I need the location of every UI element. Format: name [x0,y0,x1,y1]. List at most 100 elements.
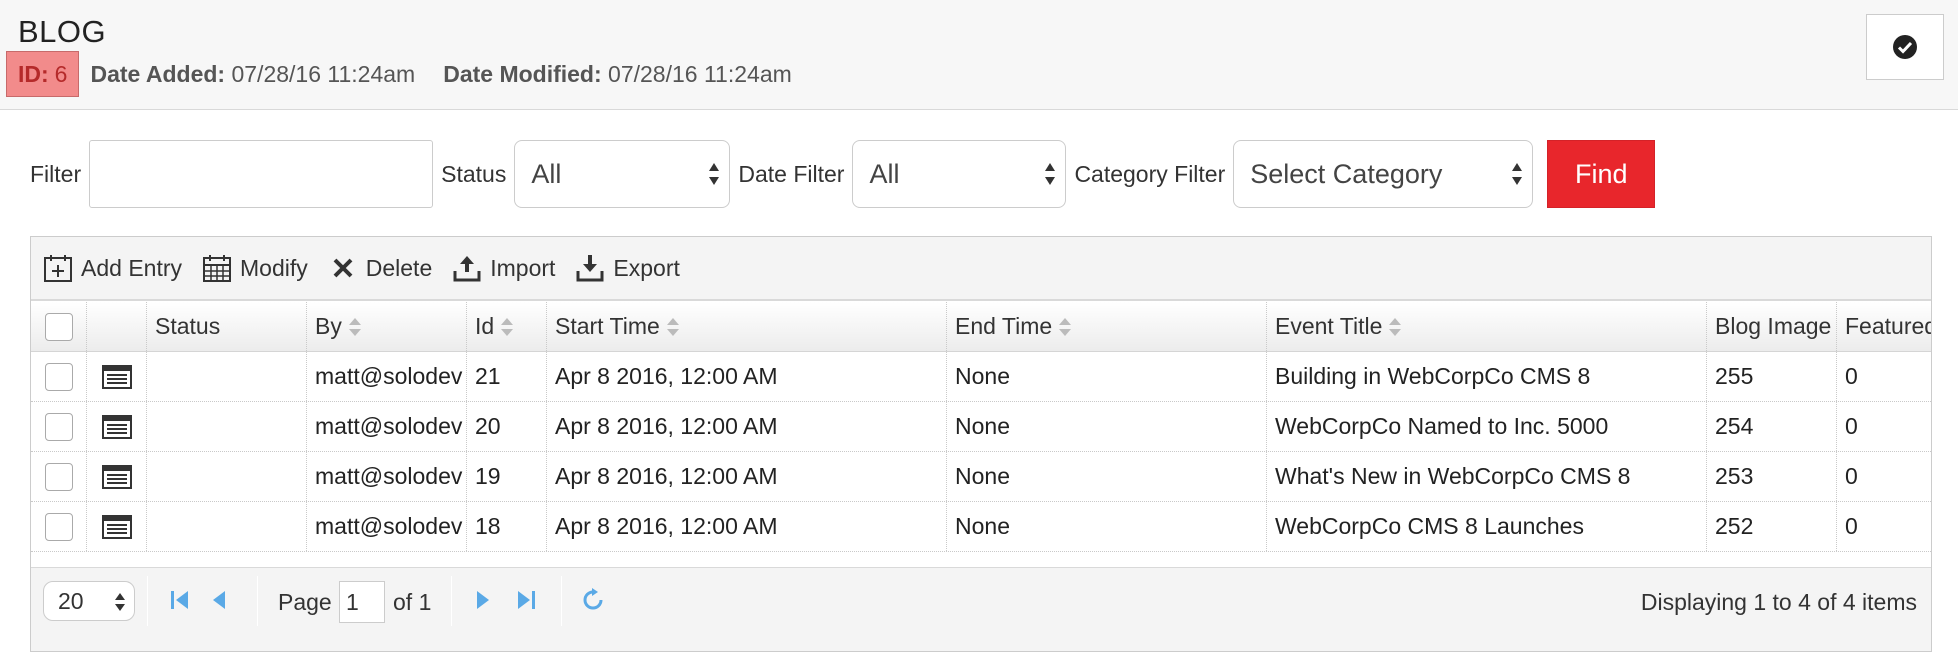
select-arrows-icon [1045,163,1056,185]
category-filter-label: Category Filter [1074,160,1226,187]
date-modified-value: 07/28/16 11:24am [608,60,792,87]
sort-icon [666,317,679,336]
select-all-checkbox[interactable] [44,312,73,341]
date-added-value: 07/28/16 11:24am [231,60,416,87]
list-icon[interactable] [101,414,132,439]
featured-cell: 0 [1845,413,1858,439]
row-action-column [87,302,147,351]
event-title-cell: Building in WebCorpCo CMS 8 [1267,352,1707,401]
add-entry-button[interactable]: Add Entry [43,253,182,283]
column-header-status-label: Status [155,313,221,339]
record-header: BLOG ID: 6 Date Added: 07/28/16 11:24am … [0,0,1958,110]
next-page-icon[interactable] [473,588,493,612]
column-header-event-title-label: Event Title [1275,313,1383,339]
start-time-cell: Apr 8 2016, 12:00 AM [547,352,947,401]
column-header-end-time[interactable]: End Time [947,302,1267,351]
column-header-start-time[interactable]: Start Time [547,302,947,351]
previous-page-icon[interactable] [209,588,229,612]
featured-cell: 0 [1845,463,1858,489]
upload-icon [453,256,481,282]
row-select-cell [31,452,87,501]
export-label: Export [613,254,680,281]
delete-button[interactable]: Delete [328,253,432,283]
delete-label: Delete [365,254,433,281]
pager-separator [257,576,258,626]
event-title-cell: WebCorpCo Named to Inc. 5000 [1267,402,1707,451]
modify-button[interactable]: Modify [202,253,308,283]
status-cell [147,402,307,451]
by-cell: matt@solodev [307,402,467,451]
column-header-start-time-label: Start Time [555,313,660,339]
column-header-blog-image[interactable]: Blog Image [1707,302,1837,351]
blog-image-cell: 254 [1707,402,1837,451]
row-checkbox[interactable] [44,462,73,491]
page-size-value: 20 [58,587,84,614]
column-header-event-title[interactable]: Event Title [1267,302,1707,351]
save-button[interactable] [1866,14,1944,80]
grid-toolbar: Add Entry Modify Delete Import Export [31,237,1931,301]
list-icon[interactable] [101,464,132,489]
category-filter-select[interactable]: Select Category [1233,140,1534,208]
display-info: Displaying 1 to 4 of 4 items [1640,588,1917,615]
id-badge: ID: 6 [6,51,80,97]
event-title-cell: What's New in WebCorpCo CMS 8 [1267,452,1707,501]
id-label: ID: [18,60,49,87]
refresh-icon[interactable] [581,588,605,612]
date-modified: Date Modified: 07/28/16 11:24am [443,61,792,88]
column-header-featured-label: Featured [1845,313,1932,339]
featured-cell: 0 [1845,363,1858,389]
date-filter-select[interactable]: All [852,140,1067,208]
check-circle-icon [1893,35,1917,59]
row-select-cell [31,352,87,401]
by-cell: matt@solodev [307,452,467,501]
page-title: BLOG [18,14,107,49]
column-header-featured[interactable]: Featured [1837,302,1932,351]
import-label: Import [490,254,556,281]
select-arrows-icon [115,593,125,611]
pagination: 20 Page 1 of 1 Displaying 1 to 4 of 4 it… [31,529,1931,651]
blog-image-cell: 253 [1707,452,1837,501]
column-header-id[interactable]: Id [467,302,547,351]
id-value: 6 [54,60,68,87]
table-row[interactable]: matt@solodev 20 Apr 8 2016, 12:00 AM Non… [31,402,1931,452]
column-header-blog-image-label: Blog Image [1715,313,1832,339]
page-size-select[interactable]: 20 [43,581,135,621]
select-arrows-icon [1512,163,1523,185]
import-button[interactable]: Import [452,253,555,283]
page-number-input[interactable]: 1 [339,581,385,623]
export-button[interactable]: Export [575,253,680,283]
page-count-label: of 1 [393,588,432,615]
column-header-by[interactable]: By [307,302,467,351]
find-button[interactable]: Find [1547,140,1656,208]
id-cell: 19 [467,452,547,501]
page-label: Page [278,588,332,615]
row-checkbox[interactable] [44,412,73,441]
add-entry-label: Add Entry [81,254,182,281]
close-icon [333,258,353,278]
first-page-icon[interactable] [169,588,191,612]
row-action-cell [87,352,147,401]
row-checkbox[interactable] [44,362,73,391]
date-filter-select-value: All [869,158,900,189]
date-added: Date Added: 07/28/16 11:24am [90,61,415,88]
row-select-cell [31,402,87,451]
date-added-label: Date Added: [90,60,226,87]
table-row[interactable]: matt@solodev 19 Apr 8 2016, 12:00 AM Non… [31,452,1931,502]
column-header-status[interactable]: Status [147,302,307,351]
status-cell [147,452,307,501]
sort-icon [1389,317,1402,336]
list-icon[interactable] [101,364,132,389]
table-row[interactable]: matt@solodev 21 Apr 8 2016, 12:00 AM Non… [31,352,1931,402]
pager-separator [561,576,562,626]
status-label: Status [441,160,507,187]
filter-bar: Filter Status All Date Filter All Catego… [30,140,1656,208]
record-meta: ID: 6 Date Added: 07/28/16 11:24am Date … [6,51,820,97]
filter-input[interactable] [89,140,434,208]
filter-label: Filter [30,160,82,187]
last-page-icon[interactable] [515,588,537,612]
entries-grid: Add Entry Modify Delete Import Export St… [30,236,1932,652]
by-cell: matt@solodev [307,352,467,401]
column-header-end-time-label: End Time [955,313,1053,339]
status-cell [147,352,307,401]
status-select[interactable]: All [514,140,731,208]
